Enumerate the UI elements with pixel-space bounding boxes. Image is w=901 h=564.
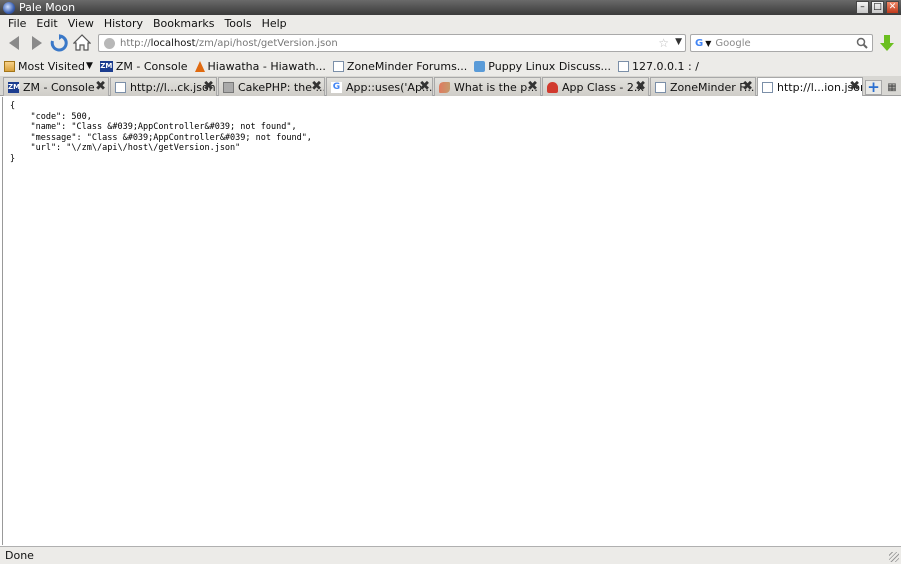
tab-getversion-json[interactable]: http://l...ion.json ✖ — [757, 77, 863, 96]
status-bar: Done — [0, 546, 901, 564]
bookmark-star-icon[interactable]: ☆ — [658, 36, 669, 50]
home-icon — [73, 34, 91, 51]
chevron-down-icon: ▼ — [85, 61, 93, 71]
close-tab-icon[interactable]: ✖ — [95, 80, 106, 93]
url-history-dropdown-icon[interactable]: ▼ — [675, 37, 682, 47]
close-tab-icon[interactable]: ✖ — [527, 80, 538, 93]
tab-strip: ZM ZM - Console ✖ http://l...ck.json ✖ C… — [0, 76, 901, 96]
reload-button[interactable] — [50, 34, 68, 52]
tab-what-is-the[interactable]: What is the p... ✖ — [434, 77, 541, 96]
page-icon — [115, 81, 126, 93]
bookmark-zoneminder-forums[interactable]: ZoneMinder Forums... — [332, 60, 467, 73]
window-controls: – □ ✕ — [856, 1, 899, 14]
maximize-button[interactable]: □ — [871, 1, 884, 14]
page-icon — [762, 81, 773, 93]
hat-icon — [547, 81, 558, 93]
site-identity-icon[interactable] — [104, 37, 115, 49]
json-response-text: { "code": 500, "name": "Class &#039;AppC… — [10, 101, 312, 164]
bookmark-localhost[interactable]: 127.0.0.1 : / — [618, 60, 699, 73]
resize-grip-icon[interactable] — [889, 552, 899, 562]
page-content: { "code": 500, "name": "Class &#039;AppC… — [2, 97, 899, 545]
title-bar: Pale Moon – □ ✕ — [0, 0, 901, 15]
status-text: Done — [5, 549, 34, 562]
flame-icon — [194, 60, 205, 72]
close-tab-icon[interactable]: ✖ — [742, 80, 753, 93]
tab-zoneminder-forums[interactable]: ZoneMinder F... ✖ — [650, 77, 756, 96]
menu-help[interactable]: Help — [258, 17, 291, 30]
pale-moon-icon — [3, 1, 15, 14]
menu-bookmarks[interactable]: Bookmarks — [149, 17, 218, 30]
navigation-toolbar: http://localhost/zm/api/host/getVersion.… — [0, 31, 901, 56]
bookmark-zm-console[interactable]: ZM ZM - Console — [99, 60, 188, 73]
menu-tools[interactable]: Tools — [220, 17, 255, 30]
close-tab-icon[interactable]: ✖ — [311, 80, 322, 93]
close-window-button[interactable]: ✕ — [886, 1, 899, 14]
close-tab-icon[interactable]: ✖ — [203, 80, 214, 93]
minimize-button[interactable]: – — [856, 1, 869, 14]
search-input[interactable]: Google — [715, 38, 750, 49]
close-tab-icon[interactable]: ✖ — [849, 80, 860, 93]
page-icon — [618, 60, 630, 72]
google-icon[interactable]: G — [695, 38, 703, 49]
tab-list-icon[interactable]: ▦ — [885, 80, 899, 95]
forward-button[interactable] — [28, 34, 46, 52]
bookmark-hiawatha[interactable]: Hiawatha - Hiawath... — [194, 60, 326, 73]
page-icon — [655, 81, 666, 93]
puppy-icon — [474, 60, 486, 72]
window-title: Pale Moon — [19, 1, 76, 14]
new-tab-button[interactable]: + — [865, 80, 882, 95]
menu-file[interactable]: File — [4, 17, 30, 30]
download-arrow-icon — [880, 35, 894, 51]
bookmark-most-visited[interactable]: Most Visited ▼ — [4, 60, 93, 73]
address-bar[interactable]: http://localhost/zm/api/host/getVersion.… — [98, 34, 686, 52]
tab-check-json[interactable]: http://l...ck.json ✖ — [110, 77, 217, 96]
bookmark-puppy-linux[interactable]: Puppy Linux Discuss... — [474, 60, 611, 73]
tab-app-uses[interactable]: G App::uses('Ap... ✖ — [326, 77, 433, 96]
close-tab-icon[interactable]: ✖ — [419, 80, 430, 93]
menu-view[interactable]: View — [64, 17, 98, 30]
bookmarks-toolbar: Most Visited ▼ ZM ZM - Console Hiawatha … — [0, 56, 901, 76]
home-button[interactable] — [73, 34, 91, 52]
close-tab-icon[interactable]: ✖ — [635, 80, 646, 93]
tab-zm-console[interactable]: ZM ZM - Console ✖ — [3, 77, 109, 96]
cake-icon — [223, 81, 234, 93]
reload-icon — [50, 34, 68, 52]
zm-icon: ZM — [8, 81, 21, 93]
feather-icon — [439, 81, 450, 93]
zm-icon: ZM — [99, 60, 113, 72]
forward-arrow-icon — [32, 36, 42, 50]
back-button[interactable] — [5, 34, 23, 52]
folder-icon — [4, 60, 15, 72]
tab-app-class[interactable]: App Class - 2.x ✖ — [542, 77, 649, 96]
tab-cakephp[interactable]: CakePHP: the ... ✖ — [218, 77, 325, 96]
back-arrow-icon — [9, 36, 19, 50]
downloads-button[interactable] — [878, 34, 896, 52]
menu-bar: File Edit View History Bookmarks Tools H… — [0, 15, 901, 31]
search-engine-dropdown-icon[interactable]: ▼ — [705, 39, 711, 48]
search-bar[interactable]: G ▼ Google — [690, 34, 873, 52]
menu-edit[interactable]: Edit — [32, 17, 61, 30]
search-icon[interactable] — [856, 37, 868, 49]
url-text[interactable]: http://localhost/zm/api/host/getVersion.… — [120, 38, 338, 49]
page-icon — [332, 60, 344, 72]
menu-history[interactable]: History — [100, 17, 147, 30]
google-icon: G — [331, 81, 342, 93]
